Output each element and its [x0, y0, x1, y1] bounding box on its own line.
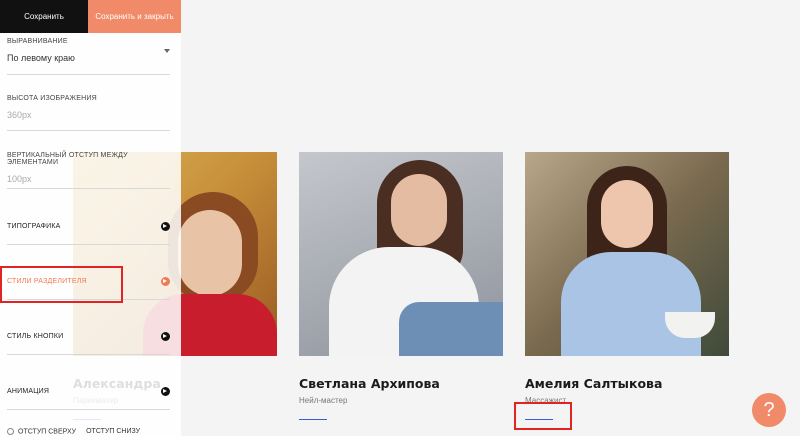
- divider: [7, 244, 170, 245]
- divider: [7, 74, 170, 75]
- divider: [7, 188, 170, 189]
- padding-bottom-option[interactable]: ОТСТУП СНИЗУ: [86, 428, 140, 435]
- radio-icon[interactable]: [7, 428, 14, 435]
- save-button[interactable]: Сохранить: [0, 0, 88, 33]
- sidebar-highlight-box: [0, 266, 123, 303]
- cup-shape: [665, 312, 715, 338]
- team-member-name: Амелия Салтыкова: [525, 376, 663, 391]
- divider: [7, 409, 170, 410]
- image-height-label: ВЫСОТА ИЗОБРАЖЕНИЯ: [7, 95, 97, 102]
- team-photo: [525, 152, 729, 356]
- arrow-right-icon[interactable]: [161, 276, 170, 286]
- image-height-input[interactable]: 360px: [7, 110, 170, 120]
- alignment-select[interactable]: По левому краю: [7, 53, 170, 63]
- vertical-gap-input[interactable]: 100px: [7, 174, 170, 184]
- face-shape: [391, 174, 447, 246]
- alignment-setting[interactable]: ВЫРАВНИВАНИЕ По левому краю: [7, 38, 170, 63]
- divider-highlight-box: [514, 402, 572, 430]
- group-button-style-label: СТИЛЬ КНОПКИ: [7, 332, 64, 340]
- padding-top-option[interactable]: ОТСТУП СВЕРХУ: [7, 428, 76, 435]
- team-member-role: Нейл-мастер: [299, 396, 348, 405]
- vertical-gap-setting[interactable]: ВЕРТИКАЛЬНЫЙ ОТСТУП МЕЖДУ ЭЛЕМЕНТАМИ 100…: [7, 152, 170, 184]
- sidebar-toolbar: Сохранить Сохранить и закрыть: [0, 0, 181, 33]
- divider: [7, 354, 170, 355]
- help-button[interactable]: ?: [752, 393, 786, 427]
- image-height-setting[interactable]: ВЫСОТА ИЗОБРАЖЕНИЯ 360px: [7, 95, 170, 120]
- vertical-gap-label: ВЕРТИКАЛЬНЫЙ ОТСТУП МЕЖДУ ЭЛЕМЕНТАМИ: [7, 152, 128, 166]
- padding-bottom-label: ОТСТУП СНИЗУ: [86, 428, 141, 435]
- team-member-name: Светлана Архипова: [299, 376, 440, 391]
- face-shape: [178, 210, 242, 296]
- team-card[interactable]: Светлана Архипова Нейл-мастер: [299, 152, 503, 420]
- save-and-close-button[interactable]: Сохранить и закрыть: [88, 0, 181, 33]
- team-divider: [299, 419, 327, 420]
- arrow-right-icon[interactable]: [161, 221, 170, 231]
- padding-top-label: ОТСТУП СВЕРХУ: [18, 428, 77, 436]
- group-typography-label: ТИПОГРАФИКА: [7, 222, 61, 230]
- arrow-right-icon[interactable]: [161, 386, 170, 396]
- chevron-down-icon[interactable]: [164, 49, 170, 53]
- alignment-label: ВЫРАВНИВАНИЕ: [7, 38, 68, 45]
- group-animation[interactable]: АНИМАЦИЯ: [7, 384, 170, 398]
- group-button-style[interactable]: СТИЛЬ КНОПКИ: [7, 329, 170, 343]
- arrow-right-icon[interactable]: [161, 331, 170, 341]
- jeans-shape: [399, 302, 503, 356]
- team-photo: [299, 152, 503, 356]
- group-typography[interactable]: ТИПОГРАФИКА: [7, 219, 170, 233]
- face-shape: [601, 180, 653, 248]
- divider: [7, 130, 170, 131]
- padding-options: ОТСТУП СВЕРХУ ОТСТУП СНИЗУ: [7, 428, 140, 435]
- group-animation-label: АНИМАЦИЯ: [7, 387, 50, 395]
- settings-sidebar: Сохранить Сохранить и закрыть ВЫРАВНИВАН…: [0, 0, 181, 436]
- team-card[interactable]: Амелия Салтыкова Массажист: [525, 152, 729, 420]
- shirt-shape: [561, 252, 701, 356]
